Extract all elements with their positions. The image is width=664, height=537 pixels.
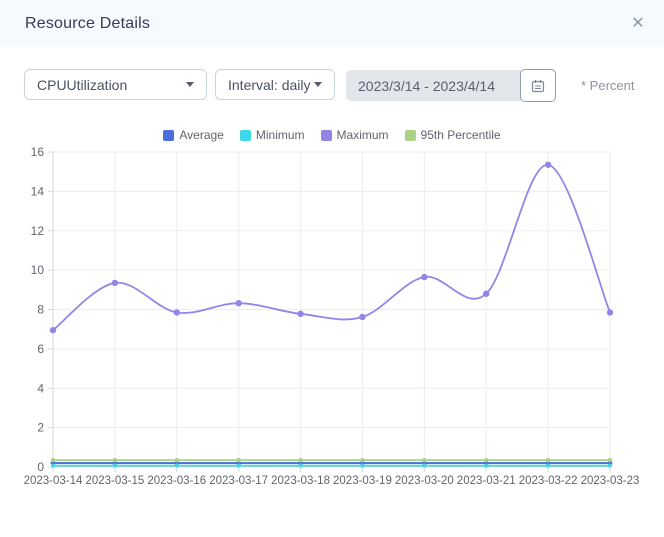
- y-axis-label: 12: [31, 224, 45, 238]
- date-range-input[interactable]: [346, 70, 521, 101]
- legend-item-average[interactable]: Average: [163, 128, 223, 142]
- data-point-maximum: [50, 327, 56, 333]
- legend-swatch-icon: [163, 130, 174, 141]
- data-point-95th-percentile: [360, 458, 364, 462]
- interval-dropdown[interactable]: Interval: daily: [215, 69, 335, 100]
- chevron-down-icon: [186, 82, 194, 87]
- metric-dropdown[interactable]: CPUUtilization: [24, 69, 207, 100]
- data-point-minimum: [299, 464, 303, 468]
- data-point-95th-percentile: [608, 458, 612, 462]
- y-axis-label: 16: [31, 145, 45, 159]
- data-point-minimum: [422, 464, 426, 468]
- y-axis-label: 10: [31, 263, 45, 277]
- y-axis-label: 4: [37, 381, 44, 395]
- dialog-header: Resource Details ✕: [0, 0, 664, 47]
- data-point-minimum: [237, 464, 241, 468]
- metric-dropdown-value: CPUUtilization: [37, 77, 127, 93]
- data-point-95th-percentile: [175, 458, 179, 462]
- data-point-95th-percentile: [484, 458, 488, 462]
- legend-label: Minimum: [256, 128, 305, 142]
- y-axis-label: 0: [37, 460, 44, 474]
- data-point-95th-percentile: [113, 458, 117, 462]
- legend-swatch-icon: [405, 130, 416, 141]
- unit-note: * Percent: [581, 78, 634, 93]
- legend-label: 95th Percentile: [421, 128, 501, 142]
- data-point-minimum: [546, 464, 550, 468]
- data-point-maximum: [607, 309, 613, 315]
- legend-swatch-icon: [321, 130, 332, 141]
- legend-item-95th-percentile[interactable]: 95th Percentile: [405, 128, 501, 142]
- x-axis-label: 2023-03-19: [333, 475, 392, 487]
- x-axis-label: 2023-03-16: [147, 475, 206, 487]
- close-icon[interactable]: ✕: [626, 12, 650, 36]
- legend-item-minimum[interactable]: Minimum: [240, 128, 305, 142]
- x-axis-label: 2023-03-18: [271, 475, 330, 487]
- y-axis-label: 14: [31, 184, 45, 198]
- data-point-minimum: [51, 464, 55, 468]
- resource-details-dialog: Resource Details ✕ CPUUtilization Interv…: [0, 0, 664, 537]
- chart-canvas: 02468101214162023-03-142023-03-152023-03…: [0, 145, 664, 505]
- calendar-icon: [531, 79, 545, 93]
- calendar-button[interactable]: [520, 69, 556, 102]
- data-point-maximum: [112, 280, 118, 286]
- data-point-95th-percentile: [51, 458, 55, 462]
- legend-label: Average: [179, 128, 223, 142]
- data-point-95th-percentile: [422, 458, 426, 462]
- data-point-maximum: [297, 311, 303, 317]
- legend-swatch-icon: [240, 130, 251, 141]
- y-axis-label: 2: [37, 421, 44, 435]
- data-point-minimum: [113, 464, 117, 468]
- data-point-maximum: [235, 300, 241, 306]
- data-point-minimum: [608, 464, 612, 468]
- chevron-down-icon: [314, 82, 322, 87]
- dialog-title: Resource Details: [25, 15, 150, 33]
- x-axis-label: 2023-03-17: [209, 475, 268, 487]
- data-point-maximum: [421, 274, 427, 280]
- data-point-minimum: [484, 464, 488, 468]
- legend-label: Maximum: [337, 128, 389, 142]
- x-axis-label: 2023-03-20: [395, 475, 454, 487]
- data-point-maximum: [483, 291, 489, 297]
- x-axis-label: 2023-03-22: [519, 475, 578, 487]
- interval-dropdown-value: Interval: daily: [228, 77, 310, 93]
- y-axis-label: 8: [37, 303, 44, 317]
- data-point-maximum: [545, 162, 551, 168]
- data-point-95th-percentile: [236, 458, 240, 462]
- date-range-group: [346, 69, 556, 102]
- data-point-maximum: [359, 314, 365, 320]
- legend-item-maximum[interactable]: Maximum: [321, 128, 389, 142]
- x-axis-label: 2023-03-23: [581, 475, 640, 487]
- x-axis-label: 2023-03-14: [24, 475, 83, 487]
- series-line-maximum: [53, 165, 610, 330]
- chart-legend: Average Minimum Maximum 95th Percentile: [0, 128, 664, 142]
- controls-row: CPUUtilization Interval: daily * Percent: [0, 69, 664, 101]
- x-axis-label: 2023-03-21: [457, 475, 516, 487]
- data-point-minimum: [360, 464, 364, 468]
- x-axis-label: 2023-03-15: [85, 475, 144, 487]
- y-axis-label: 6: [37, 342, 44, 356]
- data-point-minimum: [175, 464, 179, 468]
- data-point-95th-percentile: [546, 458, 550, 462]
- data-point-maximum: [174, 309, 180, 315]
- line-chart: 02468101214162023-03-142023-03-152023-03…: [0, 145, 664, 505]
- data-point-95th-percentile: [298, 458, 302, 462]
